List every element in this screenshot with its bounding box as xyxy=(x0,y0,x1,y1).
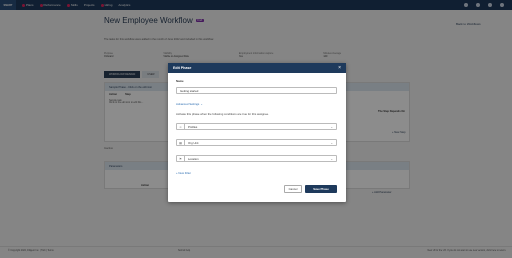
condition-value: Profiles xyxy=(188,124,198,129)
name-field[interactable] xyxy=(176,87,337,94)
conditions-description: Activate this phase when the following c… xyxy=(176,112,269,116)
condition-org-unit: ▦ Org Unit ⌄ xyxy=(176,139,337,146)
advanced-settings-label: Advanced Settings xyxy=(176,102,200,106)
condition-select[interactable]: Org Unit ⌄ xyxy=(185,140,336,145)
dialog-header: Edit Phase × xyxy=(168,63,346,73)
chevron-down-icon: ⌄ xyxy=(200,102,203,106)
save-phase-button[interactable]: Save Phase xyxy=(305,185,337,193)
close-icon[interactable]: × xyxy=(338,65,341,71)
edit-phase-dialog: Edit Phase × Name Advanced Settings ⌄ Ac… xyxy=(168,63,346,202)
org-icon: ▦ xyxy=(177,140,185,145)
chevron-down-icon: ⌄ xyxy=(330,140,333,145)
user-icon: ☺ xyxy=(177,124,185,129)
condition-profiles: ☺ Profiles ⌄ xyxy=(176,123,337,130)
condition-select[interactable]: Location ⌄ xyxy=(185,156,336,161)
chevron-down-icon: ⌄ xyxy=(330,124,333,129)
new-filter-link[interactable]: + New Filter xyxy=(176,171,191,175)
cancel-button[interactable]: Cancel xyxy=(284,185,302,193)
advanced-settings-toggle[interactable]: Advanced Settings ⌄ xyxy=(176,102,203,106)
chevron-down-icon: ⌄ xyxy=(330,156,333,161)
condition-location: ⚑ Location ⌄ xyxy=(176,155,337,162)
dialog-title: Edit Phase xyxy=(173,66,192,70)
condition-select[interactable]: Profiles ⌄ xyxy=(185,124,336,129)
condition-value: Location xyxy=(188,156,199,161)
condition-value: Org Unit xyxy=(188,140,199,145)
location-icon: ⚑ xyxy=(177,156,185,161)
name-label: Name xyxy=(176,79,184,83)
